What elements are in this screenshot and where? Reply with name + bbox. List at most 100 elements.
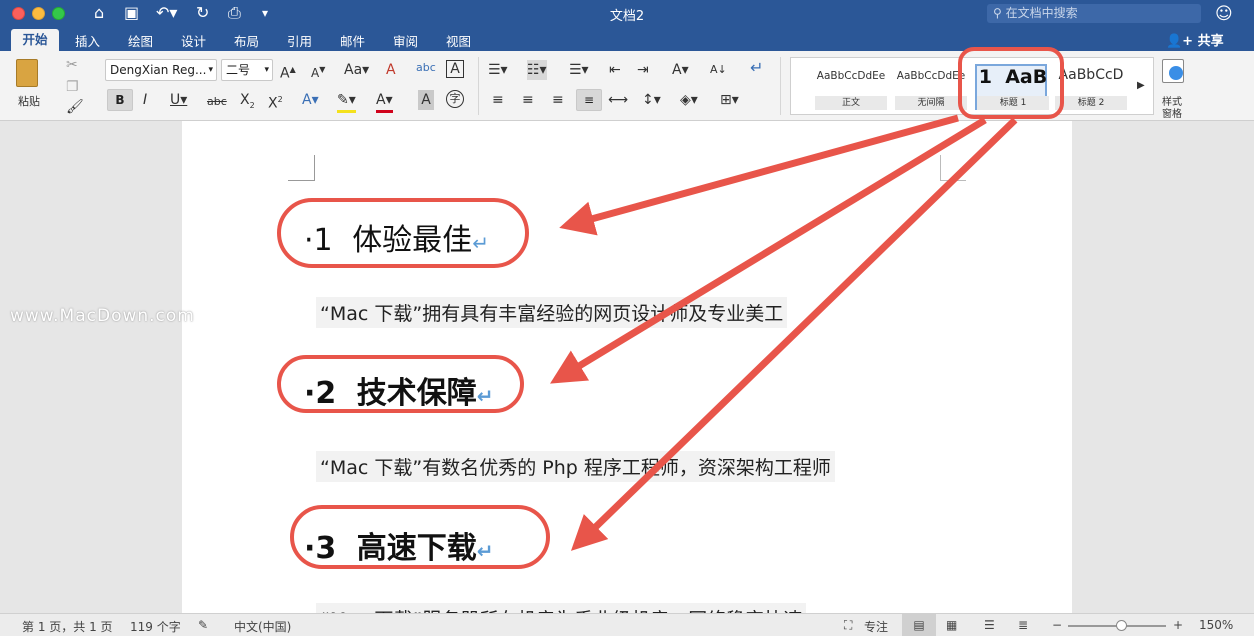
tab-design[interactable]: 设计 [181, 31, 206, 50]
chevron-down-icon: ▾ [208, 65, 213, 75]
style-sample: 1 AaB [978, 66, 1048, 88]
highlight-color-icon[interactable]: ✎▾ [337, 90, 356, 113]
font-name-select[interactable]: DengXian Reg... ▾ [105, 59, 217, 81]
focus-label[interactable]: 专注 [864, 618, 888, 635]
multilevel-list-icon[interactable]: ☰▾ [569, 60, 589, 80]
heading-number: 1 [313, 223, 333, 258]
tab-review[interactable]: 审阅 [393, 31, 418, 50]
body-paragraph[interactable]: “Mac 下载”有数名优秀的 Php 程序工程师，资深架构工程师 [316, 451, 835, 482]
style-no-spacing[interactable]: AaBbCcDdEe 无间隔 [895, 64, 967, 110]
heading-bullet: · [304, 223, 314, 258]
title-bar: ⌂ ▣ ↶▾ ↻ ⎙ ▾ 文档2 ⚲ 在文档中搜索 ☺ [0, 0, 1254, 27]
zoom-level[interactable]: 150% [1199, 618, 1233, 632]
zoom-slider-thumb[interactable] [1116, 620, 1127, 631]
bullets-icon[interactable]: ☰▾ [488, 60, 508, 80]
underline-button[interactable]: U▾ [170, 90, 187, 110]
paragraph-mark: ↵ [476, 384, 494, 408]
text-effects-icon[interactable]: A▾ [302, 90, 319, 110]
page-corner-mark [940, 155, 966, 181]
character-border-icon[interactable]: A [446, 60, 464, 78]
heading-2[interactable]: ·2 技术保障↵ [304, 368, 494, 412]
numbering-icon[interactable]: ☷▾ [527, 60, 547, 80]
word-count[interactable]: 119 个字 [130, 618, 181, 635]
heading-number: 3 [315, 531, 337, 566]
tab-layout[interactable]: 布局 [234, 31, 259, 50]
clear-formatting-icon[interactable]: A [386, 60, 396, 80]
document-page[interactable]: ·1 体验最佳↵ “Mac 下载”拥有具有丰富经验的网页设计师及专业美工 ·2 … [182, 121, 1072, 634]
tab-draw[interactable]: 绘图 [128, 31, 153, 50]
tab-insert[interactable]: 插入 [75, 31, 100, 50]
align-center-icon[interactable]: ≡ [522, 90, 534, 110]
proofing-icon[interactable]: ✎ [198, 618, 208, 632]
tab-mailings[interactable]: 邮件 [340, 31, 365, 50]
shrink-font-icon[interactable]: A▼ [311, 60, 325, 83]
page-count[interactable]: 第 1 页，共 1 页 [22, 618, 113, 635]
styles-pane-button[interactable]: 样式 窗格 [1160, 59, 1190, 120]
font-color-icon[interactable]: A▾ [376, 90, 393, 113]
paste-label: 粘贴 [18, 95, 40, 108]
print-layout-view-icon[interactable]: ▤ [902, 614, 936, 636]
body-paragraph[interactable]: “Mac 下载”拥有具有丰富经验的网页设计师及专业美工 [316, 297, 788, 328]
outline-view-icon[interactable]: ☰ [984, 618, 995, 632]
align-left-icon[interactable]: ≡ [492, 90, 504, 110]
zoom-in-button[interactable]: + [1173, 618, 1183, 632]
cut-icon[interactable]: ✂ [66, 55, 78, 75]
change-case-icon[interactable]: Aa▾ [344, 60, 369, 80]
tab-home[interactable]: 开始 [11, 29, 59, 51]
asian-layout-icon[interactable]: A▾ [672, 60, 689, 80]
tab-references[interactable]: 引用 [287, 31, 312, 50]
tab-view[interactable]: 视图 [446, 31, 471, 50]
grow-font-icon[interactable]: A▲ [280, 60, 296, 84]
smiley-feedback-icon[interactable]: ☺ [1215, 4, 1233, 24]
watermark-text: www.MacDown.com [10, 306, 195, 326]
style-sample: AaBbCcD [1058, 67, 1124, 83]
heading-1[interactable]: ·1 体验最佳↵ [304, 215, 489, 259]
ribbon-separator [478, 57, 479, 115]
gallery-more-arrow-icon[interactable]: ▶ [1137, 76, 1145, 96]
font-size-select[interactable]: 二号 ▾ [221, 59, 273, 81]
language-indicator[interactable]: 中文(中国) [234, 618, 291, 635]
phonetic-guide-icon[interactable]: abc [416, 58, 436, 78]
borders-icon[interactable]: ⊞▾ [720, 90, 739, 110]
style-normal[interactable]: AaBbCcDdEe 正文 [815, 64, 887, 110]
align-right-icon[interactable]: ≡ [552, 90, 564, 110]
strikethrough-button[interactable]: abc [207, 92, 227, 112]
heading-number: 2 [315, 376, 337, 411]
superscript-button[interactable]: X2 [268, 90, 283, 114]
search-icon: ⚲ [993, 6, 1006, 20]
show-marks-icon[interactable]: ↵ [750, 58, 763, 78]
heading-text: 体验最佳 [352, 223, 473, 258]
sort-icon[interactable]: A↓ [710, 60, 727, 80]
style-heading-2[interactable]: AaBbCcD 标题 2 [1055, 64, 1127, 110]
share-label: 共享 [1197, 34, 1224, 49]
paragraph-mark: ↵ [476, 539, 494, 563]
heading-3[interactable]: ·3 高速下载↵ [304, 523, 494, 567]
paragraph-mark: ↵ [472, 231, 489, 255]
style-sample: AaBbCcDdEe [816, 70, 886, 82]
format-painter-icon[interactable]: 🖌 [66, 97, 84, 117]
subscript-button[interactable]: X2 [240, 90, 255, 116]
paste-button[interactable]: 粘贴 [12, 57, 52, 113]
line-spacing-icon[interactable]: ↕▾ [642, 90, 661, 110]
character-shading-icon[interactable]: A [418, 90, 434, 110]
increase-indent-icon[interactable]: ⇥ [637, 60, 649, 80]
decrease-indent-icon[interactable]: ⇤ [609, 60, 621, 80]
share-button[interactable]: 👤+ 共享 [1166, 30, 1224, 49]
zoom-slider[interactable] [1068, 620, 1166, 631]
justify-button[interactable]: ≡ [576, 89, 602, 111]
page-corner-mark [288, 155, 315, 181]
zoom-out-button[interactable]: − [1052, 618, 1062, 632]
draft-view-icon[interactable]: ≣ [1018, 618, 1028, 632]
shading-icon[interactable]: ◈▾ [680, 90, 698, 110]
search-input[interactable]: ⚲ 在文档中搜索 [987, 4, 1201, 23]
add-person-icon: 👤+ [1166, 34, 1198, 49]
copy-icon[interactable]: ❐ [66, 77, 79, 97]
style-heading-1[interactable]: 1 AaB 标题 1 [975, 64, 1049, 110]
heading-bullet: · [304, 531, 316, 566]
focus-icon[interactable]: ⛶ [844, 618, 852, 633]
bold-button[interactable]: B [107, 89, 133, 111]
web-layout-view-icon[interactable]: ▦ [946, 618, 957, 632]
enclose-characters-icon[interactable]: 字 [446, 90, 464, 108]
italic-button[interactable]: I [143, 90, 147, 110]
distributed-icon[interactable]: ⟷ [608, 90, 628, 110]
